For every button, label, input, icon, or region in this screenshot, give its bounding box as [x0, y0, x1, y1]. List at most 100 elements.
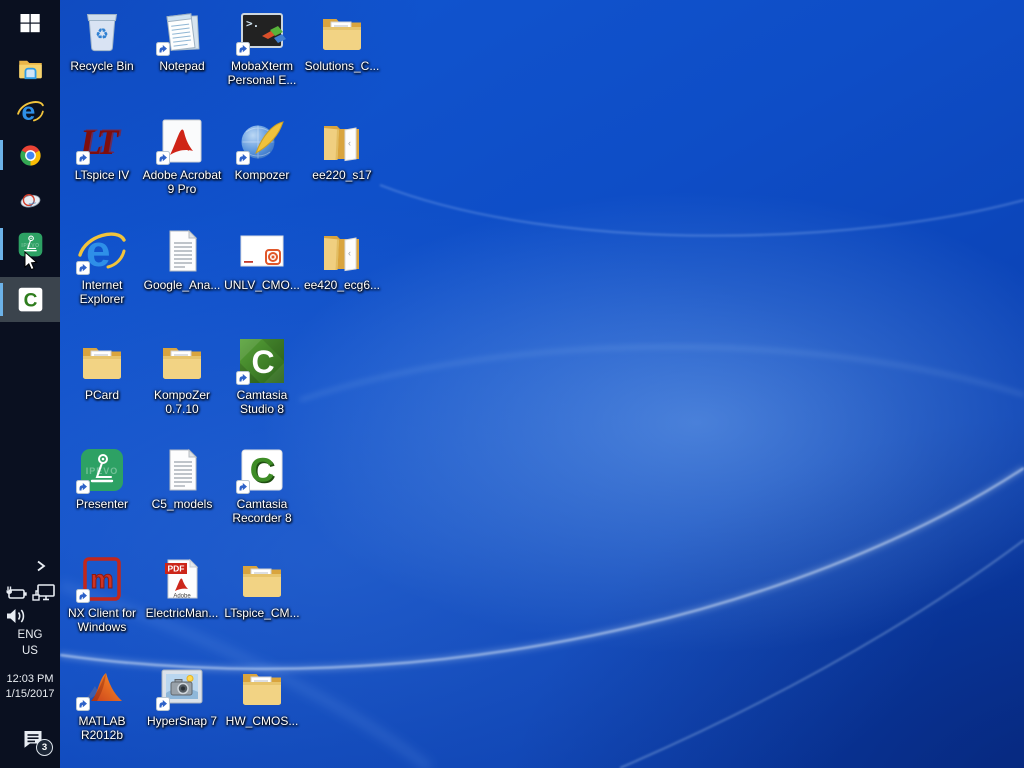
folder-open-icon: ‹	[318, 115, 366, 165]
desktop-icon-kompozer[interactable]: Kompozer	[222, 115, 302, 182]
mobaxterm-icon: >.	[236, 6, 286, 56]
camtasia-recorder-icon: CC	[236, 444, 286, 494]
desktop-icon-label: HW_CMOS...	[225, 714, 299, 728]
desktop-icon-mobaxterm-personal-e[interactable]: >. MobaXterm Personal E...	[222, 6, 302, 87]
desktop-icon-label: Solutions_C...	[304, 59, 380, 73]
desktop-icon-label: Google_Ana...	[143, 278, 221, 292]
ie-icon: e	[76, 225, 126, 275]
shortcut-arrow-icon	[156, 697, 170, 711]
desktop-screen: ♻ Recycle Bin Notepad >. MobaXterm Personal …	[0, 0, 1024, 768]
camtasia-studio-icon: C	[236, 335, 286, 385]
time-text: 12:03 PM	[6, 673, 54, 685]
shortcut-arrow-icon	[236, 42, 250, 56]
desktop-icon-label: KompoZer 0.7.10	[153, 388, 211, 416]
kompozer-icon	[236, 115, 286, 165]
shortcut-arrow-icon	[76, 480, 90, 494]
desktop-icon-electricman[interactable]: PDF Adobe ElectricMan...	[142, 553, 222, 620]
svg-text:IPEVO: IPEVO	[86, 466, 119, 476]
desktop-icon-ltspice-iv[interactable]: LT LT LTspice IV	[62, 115, 142, 182]
show-hidden-icons-button[interactable]	[30, 556, 52, 576]
date-text: 1/15/2017	[5, 688, 55, 700]
svg-text:‹: ‹	[348, 248, 351, 258]
desktop-icon-solutions-c[interactable]: Solutions_C...	[302, 6, 382, 73]
svg-text:‹: ‹	[348, 138, 351, 148]
folder-open-icon: ‹	[318, 225, 366, 275]
hypersnap-icon	[156, 661, 206, 711]
shortcut-arrow-icon	[156, 151, 170, 165]
desktop-icon-label: LTspice_CM...	[224, 606, 300, 620]
desktop-icon-kompozer-0-7-10[interactable]: KompoZer 0.7.10	[142, 335, 222, 416]
desktop-icon-recycle-bin[interactable]: ♻ Recycle Bin	[62, 6, 142, 73]
desktop-icon-label: LTspice IV	[74, 168, 130, 182]
desktop-icon-label: ee420_ecg6...	[303, 278, 381, 292]
shortcut-arrow-icon	[236, 371, 250, 385]
system-tray: ENG US 12:03 PM 1/15/2017 3	[0, 0, 60, 768]
desktop-icon-label: Internet Explorer	[79, 278, 125, 306]
power-icon[interactable]	[3, 582, 29, 604]
shortcut-arrow-icon	[236, 151, 250, 165]
desktop-icon-label: NX Client for Windows	[67, 606, 137, 634]
svg-text:m: m	[90, 564, 113, 594]
desktop-icon-unlv-cmo[interactable]: UNLV_CMO...	[222, 225, 302, 292]
svg-text:PDF: PDF	[168, 564, 185, 574]
notification-badge: 3	[36, 739, 53, 756]
language-indicator[interactable]: ENG US	[0, 627, 60, 659]
desktop-icon-label: Camtasia Studio 8	[236, 388, 288, 416]
desktop-icon-label: ElectricMan...	[145, 606, 219, 620]
action-center-button[interactable]: 3	[21, 727, 53, 756]
desktop-icon-label: PCard	[84, 388, 119, 402]
network-icon[interactable]	[31, 582, 57, 604]
folder-docs-icon	[238, 553, 286, 603]
desktop-icon-ee420-ecg6[interactable]: ‹ ee420_ecg6...	[302, 225, 382, 292]
clock[interactable]: 12:03 PM 1/15/2017	[0, 672, 60, 702]
desktop-icon-label: HyperSnap 7	[146, 714, 218, 728]
shortcut-arrow-icon	[76, 261, 90, 275]
desktop-icon-notepad[interactable]: Notepad	[142, 6, 222, 73]
language-line1: ENG	[17, 629, 43, 641]
desktop-icon-label: Recycle Bin	[70, 59, 134, 73]
folder-docs-icon	[158, 335, 206, 385]
folder-docs-icon	[238, 661, 286, 711]
svg-text:Adobe: Adobe	[173, 594, 191, 600]
desktop-icon-ltspice-cm[interactable]: LTspice_CM...	[222, 553, 302, 620]
desktop-icon-matlab-r2012b[interactable]: MATLAB R2012b	[62, 661, 142, 742]
desktop-icon-google-ana[interactable]: Google_Ana...	[142, 225, 222, 292]
language-line2: US	[22, 645, 38, 657]
shortcut-arrow-icon	[236, 480, 250, 494]
unlv-doc-icon	[238, 225, 286, 275]
desktop-icon-camtasia-studio-8[interactable]: C Camtasia Studio 8	[222, 335, 302, 416]
shortcut-arrow-icon	[76, 697, 90, 711]
desktop-icon-label: C5_models	[151, 497, 213, 511]
desktop-icon-label: ee220_s17	[312, 168, 372, 182]
desktop-icon-ee220-s17[interactable]: ‹ ee220_s17	[302, 115, 382, 182]
notepad-icon	[156, 6, 206, 56]
desktop-icon-presenter[interactable]: IPEVO Presenter	[62, 444, 142, 511]
taskbar: e ✂ IPEVO C ENG US 12:03 PM 1/15/2017 3	[0, 0, 60, 768]
folder-docs-icon	[78, 335, 126, 385]
ipevo-presenter-icon: IPEVO	[76, 444, 126, 494]
desktop-icon-adobe-acrobat-9-pro[interactable]: Adobe Acrobat 9 Pro	[142, 115, 222, 196]
desktop-icon-nx-client-for-windows[interactable]: m NX Client for Windows	[62, 553, 142, 634]
desktop-icon-label: MobaXterm Personal E...	[227, 59, 297, 87]
document-icon	[158, 444, 206, 494]
desktop-icon-pcard[interactable]: PCard	[62, 335, 142, 402]
desktop-icon-label: Adobe Acrobat 9 Pro	[142, 168, 222, 196]
shortcut-arrow-icon	[76, 589, 90, 603]
acrobat-icon	[156, 115, 206, 165]
desktop-icon-label: Presenter	[75, 497, 129, 511]
nx-client-icon: m	[76, 553, 126, 603]
svg-text:C: C	[250, 452, 275, 490]
desktop-icon-internet-explorer[interactable]: e Internet Explorer	[62, 225, 142, 306]
desktop-icon-c5-models[interactable]: C5_models	[142, 444, 222, 511]
desktop-icon-label: Kompozer	[234, 168, 290, 182]
volume-icon[interactable]	[3, 605, 29, 627]
folder-docs-icon	[318, 6, 366, 56]
desktop-icon-hypersnap-7[interactable]: HyperSnap 7	[142, 661, 222, 728]
ltspice-icon: LT LT	[76, 115, 126, 165]
matlab-icon	[76, 661, 126, 711]
desktop-icon-hw-cmos[interactable]: HW_CMOS...	[222, 661, 302, 728]
desktop-icon-camtasia-recorder-8[interactable]: C C Camtasia Recorder 8	[222, 444, 302, 525]
shortcut-arrow-icon	[156, 42, 170, 56]
desktop-icon-label: UNLV_CMO...	[224, 278, 300, 292]
svg-text:C: C	[251, 344, 274, 380]
